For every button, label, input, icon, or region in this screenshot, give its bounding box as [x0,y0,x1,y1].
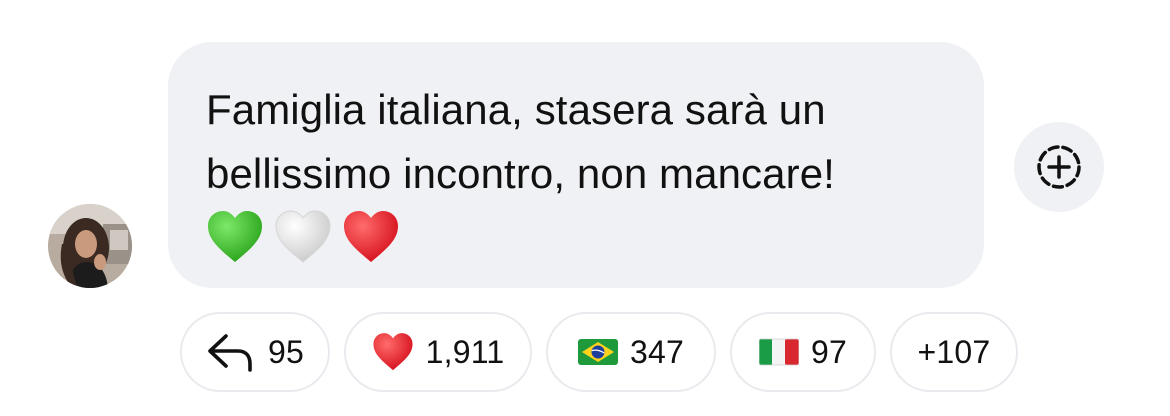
more-reactions-count: +107 [917,333,991,370]
more-reactions-chip[interactable]: +107 [890,312,1018,392]
message-bubble[interactable]: Famiglia italiana, stasera sarà un belli… [168,42,984,288]
italy-flag-icon [759,338,799,366]
reaction-count: 1,911 [425,333,505,370]
reply-count: 95 [268,333,304,370]
reaction-chip-heart[interactable]: 1,911 [344,312,532,392]
reaction-count: 97 [811,333,847,370]
reaction-count: 347 [630,333,684,370]
avatar-photo [48,204,132,288]
brazil-flag-icon [578,339,618,365]
red-heart-emoji-icon [373,333,413,371]
message-emoji-row [206,210,948,264]
reply-chip[interactable]: 95 [180,312,330,392]
reaction-chip-brazil[interactable]: 347 [546,312,716,392]
message-text-line: bellissimo incontro, non mancare! [206,150,835,197]
message-text-line: Famiglia italiana, stasera sarà un [206,86,826,133]
white-heart-icon [275,210,331,263]
add-reaction-button[interactable] [1014,122,1104,212]
avatar[interactable] [48,204,132,288]
green-heart-icon [208,211,262,262]
reply-arrow-icon [208,334,252,372]
red-heart-icon [344,211,398,262]
reaction-chip-italy[interactable]: 97 [730,312,876,392]
add-reaction-icon [1037,145,1081,189]
message-thread: Famiglia italiana, stasera sarà un belli… [0,0,1170,416]
